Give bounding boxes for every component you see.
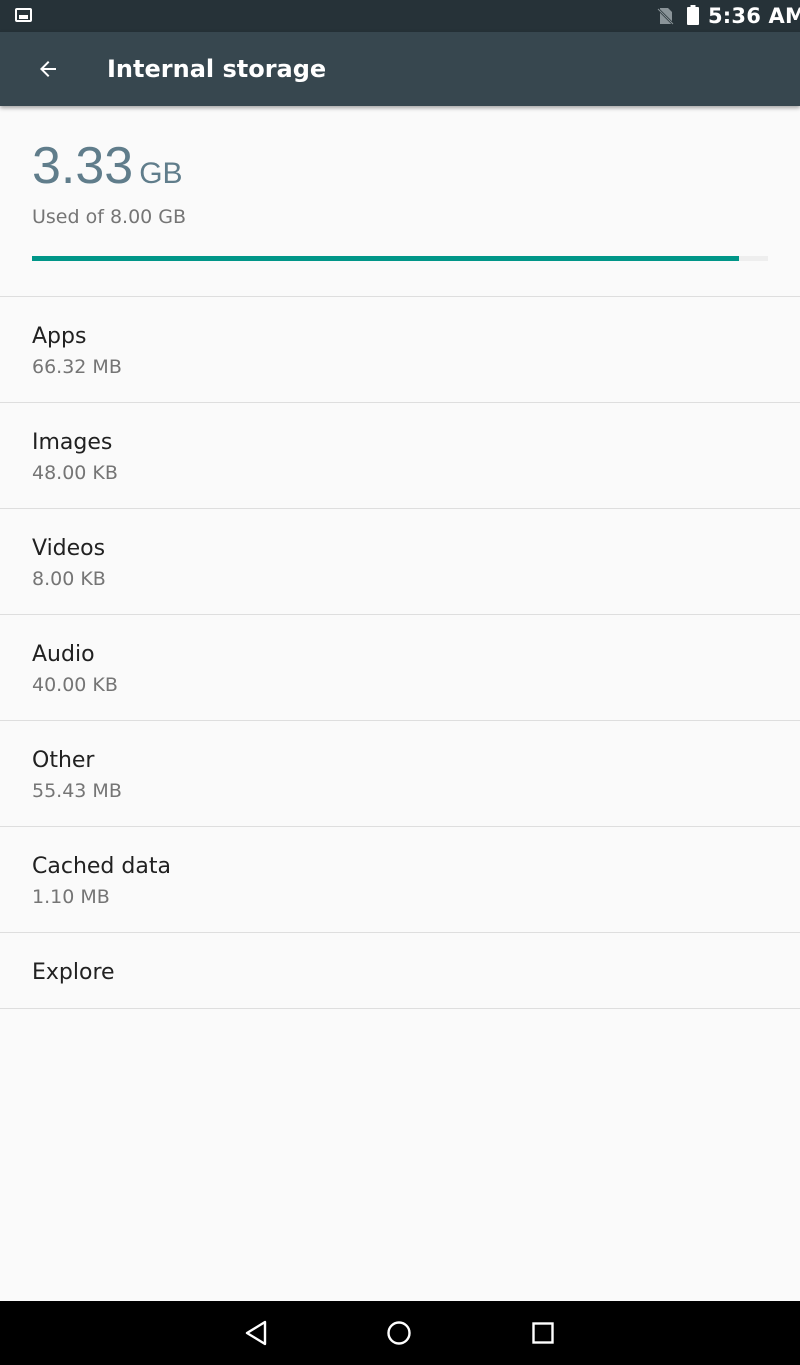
navigation-bar bbox=[0, 1301, 800, 1365]
category-label: Videos bbox=[32, 536, 106, 561]
used-value-unit: GB bbox=[139, 157, 183, 190]
arrow-back-icon bbox=[40, 61, 56, 77]
status-time: 5:36 AM bbox=[708, 4, 800, 28]
category-item-videos[interactable]: Videos 8.00 KB bbox=[0, 508, 800, 614]
explore-label: Explore bbox=[32, 960, 115, 985]
nav-recents-icon[interactable] bbox=[523, 1313, 563, 1353]
page-title: Internal storage bbox=[107, 55, 327, 83]
used-of-total-label: Used of 8.00 GB bbox=[32, 206, 187, 228]
battery-icon bbox=[687, 5, 699, 25]
category-label: Apps bbox=[32, 324, 87, 349]
category-item-audio[interactable]: Audio 40.00 KB bbox=[0, 614, 800, 720]
category-item-other[interactable]: Other 55.43 MB bbox=[0, 720, 800, 826]
storage-progress-bar bbox=[32, 256, 768, 261]
gallery-notification-icon bbox=[15, 8, 32, 22]
nav-home-icon[interactable] bbox=[379, 1313, 419, 1353]
app-bar: Internal storage bbox=[0, 32, 800, 106]
category-label: Audio bbox=[32, 642, 95, 667]
nav-back-icon[interactable] bbox=[238, 1313, 278, 1353]
status-bar: 5:36 AM bbox=[0, 0, 800, 32]
category-size: 48.00 KB bbox=[32, 462, 118, 484]
category-item-cached-data[interactable]: Cached data 1.10 MB bbox=[0, 826, 800, 932]
category-size: 1.10 MB bbox=[32, 886, 110, 908]
category-label: Images bbox=[32, 430, 113, 455]
category-item-images[interactable]: Images 48.00 KB bbox=[0, 402, 800, 508]
explore-item[interactable]: Explore bbox=[0, 932, 800, 1009]
no-sim-icon bbox=[657, 8, 674, 25]
used-amount: 3.33 GB bbox=[32, 134, 183, 206]
used-value-number: 3.33 bbox=[32, 137, 134, 195]
category-label: Cached data bbox=[32, 854, 171, 879]
storage-category-list: Apps 66.32 MB Images 48.00 KB Videos 8.0… bbox=[0, 296, 800, 1009]
category-size: 8.00 KB bbox=[32, 568, 106, 590]
storage-summary: 3.33 GB Used of 8.00 GB bbox=[0, 106, 800, 296]
back-button[interactable] bbox=[24, 45, 72, 93]
storage-progress-fill bbox=[32, 256, 739, 261]
category-item-apps[interactable]: Apps 66.32 MB bbox=[0, 296, 800, 402]
category-size: 66.32 MB bbox=[32, 356, 122, 378]
category-size: 55.43 MB bbox=[32, 780, 122, 802]
internal-storage-screen: 5:36 AM Internal storage 3.33 GB Used of … bbox=[0, 0, 800, 1365]
category-size: 40.00 KB bbox=[32, 674, 118, 696]
category-label: Other bbox=[32, 748, 95, 773]
